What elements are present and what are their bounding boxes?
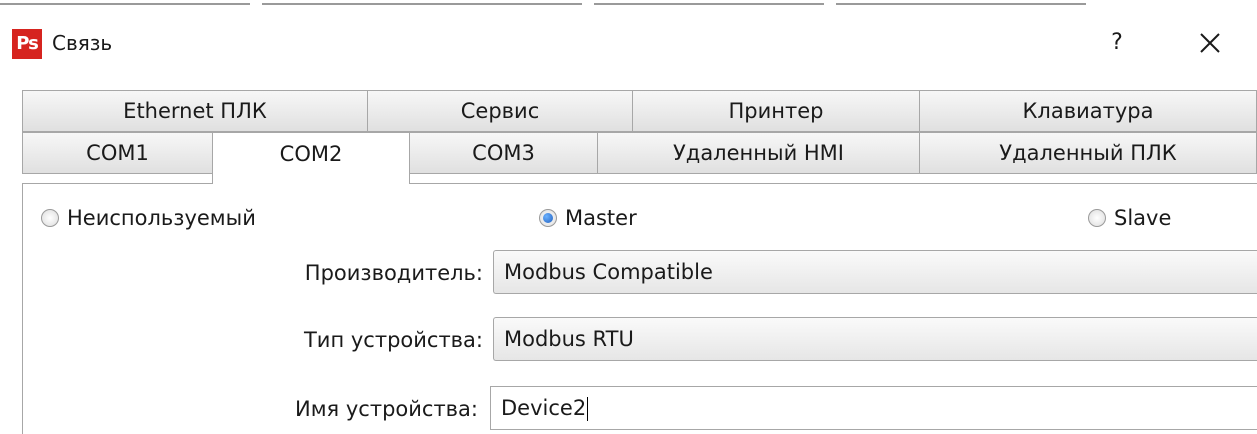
help-button[interactable]: ? <box>1100 26 1134 60</box>
device-type-label: Тип устройства: <box>303 328 483 352</box>
radio-master-indicator <box>539 209 557 227</box>
window-top-edge <box>0 0 1257 10</box>
device-name-label: Имя устройства: <box>295 397 478 421</box>
window-title: Связь <box>52 31 113 55</box>
radio-unused-indicator <box>41 209 59 227</box>
tab-remote-hmi[interactable]: Удаленный HMI <box>597 132 919 174</box>
tab-com3[interactable]: COM3 <box>410 132 597 174</box>
manufacturer-label: Производитель: <box>304 261 483 285</box>
tab-com2[interactable]: COM2 <box>212 132 410 184</box>
radio-unused[interactable]: Неиспользуемый <box>41 206 256 230</box>
title-bar: Ps Связь ? <box>0 22 1257 66</box>
tab-com1[interactable]: COM1 <box>22 132 212 174</box>
com2-settings-panel: Неиспользуемый Master Slave Производител… <box>22 183 1257 434</box>
tab-keyboard[interactable]: Клавиатура <box>919 90 1257 132</box>
radio-master[interactable]: Master <box>539 206 637 230</box>
radio-slave-indicator <box>1088 209 1106 227</box>
close-icon <box>1200 33 1220 53</box>
tab-strip-bottom: COM1 COM2 COM3 Удаленный HMI Удаленный П… <box>22 132 1257 184</box>
tab-service[interactable]: Сервис <box>367 90 632 132</box>
manufacturer-dropdown[interactable]: Modbus Compatible <box>493 250 1257 294</box>
device-name-input[interactable]: Device2 <box>490 386 1257 430</box>
close-button[interactable] <box>1188 26 1232 60</box>
device-type-dropdown[interactable]: Modbus RTU <box>493 317 1257 361</box>
tab-remote-plc[interactable]: Удаленный ПЛК <box>919 132 1257 174</box>
tab-printer[interactable]: Принтер <box>632 90 919 132</box>
app-logo-icon: Ps <box>12 29 42 59</box>
text-caret <box>587 397 589 421</box>
tab-strip-top: Ethernet ПЛК Сервис Принтер Клавиатура <box>22 90 1257 132</box>
radio-slave[interactable]: Slave <box>1088 206 1171 230</box>
tab-ethernet-plc[interactable]: Ethernet ПЛК <box>22 90 367 132</box>
